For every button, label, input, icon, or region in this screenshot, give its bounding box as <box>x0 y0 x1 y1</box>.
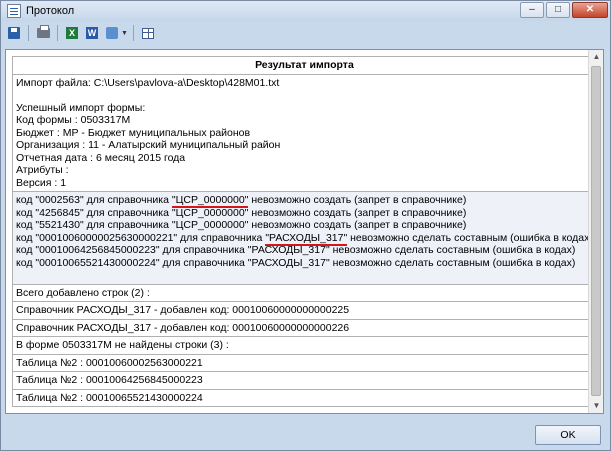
toolbar-separator <box>132 25 134 41</box>
close-button[interactable]: ✕ <box>572 2 608 18</box>
save-button[interactable] <box>5 24 23 42</box>
form-code-line: Код формы : 0503317M <box>16 114 131 126</box>
report-date-line: Отчетная дата : 6 месяц 2015 года <box>16 151 186 164</box>
document-icon <box>7 4 21 18</box>
ok-button[interactable]: OK <box>535 425 601 445</box>
export-word-button[interactable]: W <box>83 24 101 42</box>
table-view-button[interactable] <box>139 24 157 42</box>
report-panel[interactable]: Результат импорта Импорт файла: C:\Users… <box>5 49 604 414</box>
budget-line: Бюджет : МР - Бюджет муниципальных район… <box>16 126 251 139</box>
error-line: код "00010064256845000223" для справочни… <box>16 244 576 256</box>
organization-line: Организация : 11 - Алатырский муниципаль… <box>16 139 281 151</box>
window-controls: – □ ✕ <box>520 2 608 18</box>
table-row: Справочник РАСХОДЫ_317 - добавлен код: 0… <box>12 318 597 337</box>
table-row: Таблица №2 : 00010065521430000224 <box>12 388 597 407</box>
errors-cell: код "0002563" для справочника "ЦСР_00000… <box>12 191 597 285</box>
reference-name: "ЦСР_0000000" <box>171 219 249 231</box>
toolbar: X W ▼ <box>5 23 157 43</box>
title-bar: Протокол – □ ✕ <box>1 1 610 21</box>
save-icon <box>8 27 20 39</box>
attributes-line: Атрибуты : <box>16 164 69 176</box>
export-excel-button[interactable]: X <box>63 24 81 42</box>
import-result-table: Результат импорта Импорт файла: C:\Users… <box>12 56 597 407</box>
success-line: Успешный импорт формы: <box>16 101 146 114</box>
toolbar-separator <box>28 25 29 41</box>
table-row: Таблица №2 : 00010060002563000221 <box>12 353 597 372</box>
table-row: Справочник РАСХОДЫ_317 - добавлен код: 0… <box>12 301 597 320</box>
error-line: код "00010060000025630000221" для справо… <box>16 231 593 246</box>
error-line: код "4256845" для справочника "ЦСР_00000… <box>16 206 467 219</box>
print-button[interactable] <box>34 24 52 42</box>
table-row: Всего добавлено строк (2) : <box>12 283 597 302</box>
word-icon: W <box>86 27 98 39</box>
error-line: код "5521430" для справочника "ЦСР_00000… <box>16 219 467 231</box>
minimize-button[interactable]: – <box>520 2 544 18</box>
export-icon <box>106 27 118 39</box>
table-icon <box>141 27 154 39</box>
chevron-down-icon[interactable]: ▼ <box>121 30 128 37</box>
maximize-button[interactable]: □ <box>546 2 570 18</box>
error-line: код "00010065521430000224" для справочни… <box>16 256 576 269</box>
import-info-cell: Импорт файла: C:\Users\pavlova-a\Desktop… <box>12 73 597 192</box>
reference-name: "РАСХОДЫ_317" <box>247 244 330 256</box>
reference-name: "РАСХОДЫ_317" <box>247 256 330 269</box>
scroll-down-arrow-icon[interactable]: ▼ <box>589 399 604 413</box>
table-row: В форме 0503317M не найдены строки (3) : <box>12 336 597 355</box>
version-line: Версия : 1 <box>16 176 67 189</box>
scrollbar-thumb[interactable] <box>591 66 601 396</box>
export-menu-button[interactable] <box>103 24 121 42</box>
toolbar-separator <box>57 25 58 41</box>
report-title: Результат импорта <box>12 56 597 75</box>
excel-icon: X <box>66 27 78 39</box>
vertical-scrollbar[interactable]: ▲ ▼ <box>588 50 603 413</box>
scroll-up-arrow-icon[interactable]: ▲ <box>589 50 604 64</box>
table-row: Таблица №2 : 00010064256845000223 <box>12 371 597 390</box>
reference-name: "ЦСР_0000000" <box>171 206 249 219</box>
window-title: Протокол <box>26 5 75 17</box>
print-icon <box>36 25 50 38</box>
import-file-line: Импорт файла: C:\Users\pavlova-a\Desktop… <box>16 76 280 89</box>
protocol-window: Протокол – □ ✕ X W ▼ Результат импорта И… <box>0 0 611 451</box>
dialog-footer: OK <box>1 417 610 450</box>
error-line: код "0002563" для справочника "ЦСР_00000… <box>16 194 467 208</box>
